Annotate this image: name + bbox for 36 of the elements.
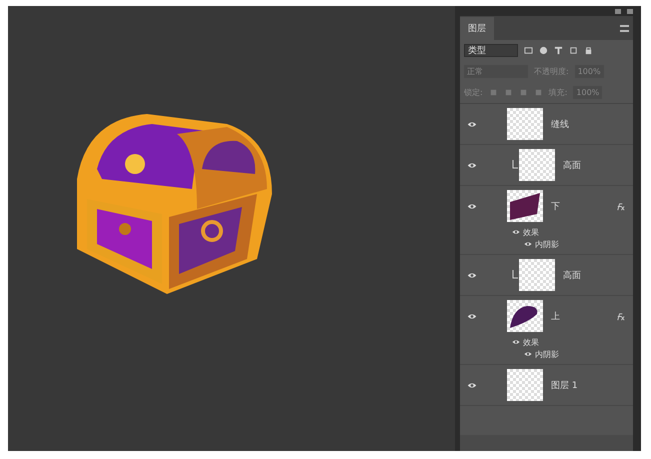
layer-name: 高面 [563, 270, 582, 282]
eye-icon[interactable] [467, 382, 477, 388]
layer-row[interactable]: 缝线 [460, 104, 633, 145]
effect-label: 内阴影 [535, 348, 559, 360]
layer-name: 上 [551, 310, 561, 322]
fx-icon[interactable] [616, 312, 625, 320]
layer-row[interactable]: 上 效果 内阴影 [460, 296, 633, 365]
layer-name: 缝线 [551, 118, 570, 130]
transform-icon[interactable] [569, 46, 578, 55]
layer-name: 下 [551, 200, 561, 212]
filter-dropdown[interactable]: 类型 [464, 44, 518, 57]
layer-row[interactable]: 图层 1 [460, 365, 633, 406]
eye-icon[interactable] [467, 120, 477, 128]
eye-icon[interactable] [467, 202, 477, 210]
eye-icon[interactable] [512, 339, 520, 345]
layer-row[interactable]: 高面 [460, 255, 633, 296]
eye-icon[interactable] [467, 312, 477, 320]
eye-icon[interactable] [524, 241, 532, 247]
eye-icon[interactable] [512, 229, 520, 235]
circle-icon[interactable] [539, 46, 548, 55]
menu-icon[interactable] [620, 25, 629, 32]
layer-name: 高面 [563, 160, 582, 172]
eye-icon[interactable] [467, 162, 477, 168]
lock-icon[interactable] [584, 46, 593, 55]
effect-label: 效果 [523, 336, 539, 348]
image-icon[interactable] [524, 46, 533, 55]
eye-icon[interactable] [467, 272, 477, 278]
layers-tab[interactable]: 图层 [460, 17, 494, 40]
layer-name: 图层 1 [551, 380, 579, 392]
type-icon[interactable] [554, 46, 563, 55]
effect-label: 效果 [523, 226, 539, 238]
eye-icon[interactable] [524, 351, 532, 357]
fx-icon[interactable] [616, 202, 625, 210]
layer-row[interactable]: 高面 [460, 145, 633, 186]
effect-label: 内阴影 [535, 238, 559, 250]
layer-row[interactable]: 下 效果 内阴影 [460, 186, 633, 255]
